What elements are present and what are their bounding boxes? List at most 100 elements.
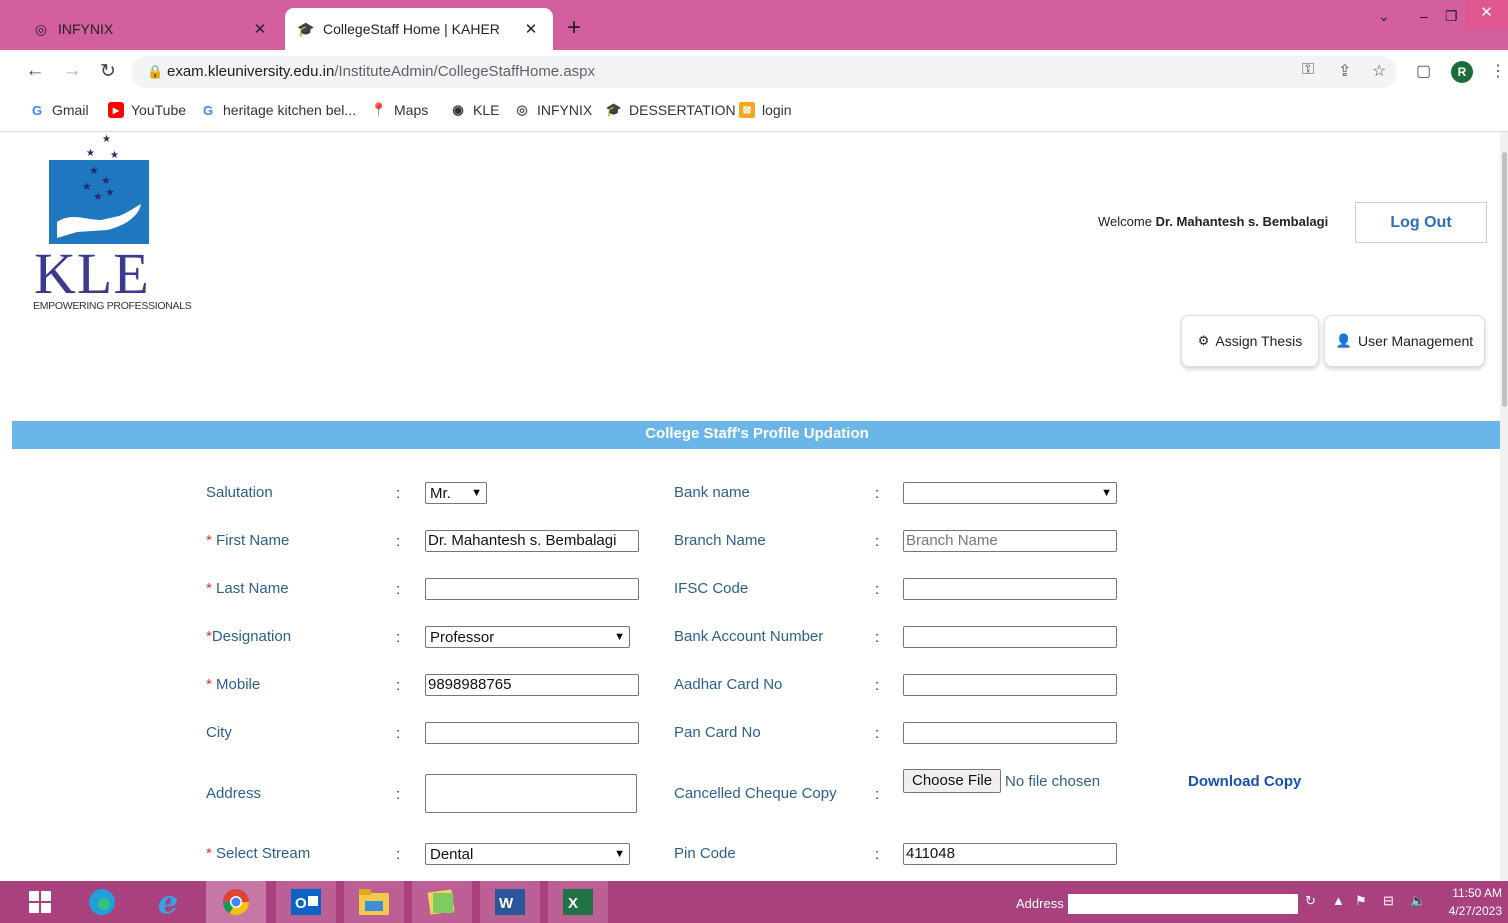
- chevron-down-icon: ▼: [614, 848, 625, 860]
- menu-dots-icon[interactable]: ⋮: [1490, 61, 1506, 81]
- reload-icon[interactable]: ↻: [97, 60, 119, 83]
- bookmark-login[interactable]: ⊠ login: [739, 102, 792, 118]
- browser-tab-strip: ◎ INFYNIX ✕ 🎓 CollegeStaff Home | KAHER …: [0, 0, 1508, 50]
- mobile-input[interactable]: 9898988765: [425, 674, 639, 696]
- colon: :: [875, 629, 880, 646]
- colon: :: [875, 533, 880, 550]
- outlook-icon[interactable]: O: [276, 881, 336, 923]
- svg-text:★: ★: [82, 181, 92, 193]
- assign-thesis-button[interactable]: ⚙ Assign Thesis: [1181, 315, 1319, 367]
- tab-search-chevron-icon[interactable]: ⌄: [1378, 8, 1390, 25]
- side-panel-icon[interactable]: ▢: [1416, 61, 1431, 81]
- colon: :: [875, 786, 880, 803]
- pan-card-input[interactable]: [903, 722, 1117, 744]
- graduation-cap-icon: 🎓: [605, 102, 623, 117]
- select-value: Professor: [430, 628, 495, 646]
- url-path: /InstituteAdmin/CollegeStaffHome.aspx: [334, 63, 596, 80]
- colon: :: [396, 846, 401, 863]
- new-tab-button[interactable]: +: [560, 14, 588, 42]
- bookmark-kle[interactable]: ◉ KLE: [450, 102, 499, 118]
- address-refresh-icon[interactable]: ↻: [1305, 893, 1316, 909]
- welcome-user-name: Dr. Mahantesh s. Bembalagi: [1155, 214, 1329, 229]
- last-name-input[interactable]: [425, 578, 639, 600]
- taskbar-clock[interactable]: 11:50 AM 4/27/2023: [1440, 884, 1502, 920]
- restore-icon[interactable]: ❐: [1445, 8, 1458, 25]
- file-explorer-icon[interactable]: [344, 881, 404, 923]
- tab-title: INFYNIX: [58, 21, 114, 37]
- url-text[interactable]: exam.kleuniversity.edu.in/InstituteAdmin…: [167, 63, 595, 80]
- colon: :: [396, 485, 401, 502]
- bookmark-youtube[interactable]: ▶ YouTube: [108, 102, 186, 118]
- profile-avatar[interactable]: R: [1451, 61, 1473, 83]
- bookmark-gmail[interactable]: G Gmail: [29, 102, 89, 118]
- chrome-icon[interactable]: [206, 881, 266, 923]
- welcome-message: Welcome Dr. Mahantesh s. Bembalagi: [1098, 214, 1328, 229]
- network-icon[interactable]: ⊟: [1383, 893, 1394, 909]
- ifsc-code-input[interactable]: [903, 578, 1117, 600]
- label-text: Last Name: [211, 580, 289, 597]
- google-icon: G: [31, 102, 43, 118]
- colon: :: [396, 725, 401, 742]
- choose-file-button[interactable]: Choose File: [903, 769, 1002, 793]
- salutation-label: Salutation: [206, 484, 273, 501]
- lock-icon[interactable]: 🔒: [147, 64, 163, 80]
- window-close-button[interactable]: ✕: [1465, 0, 1508, 30]
- aadhar-card-input[interactable]: [903, 674, 1117, 696]
- branch-name-label: Branch Name: [674, 532, 766, 549]
- scrollbar-thumb[interactable]: [1502, 152, 1507, 407]
- back-arrow-icon[interactable]: ←: [24, 60, 46, 82]
- youtube-icon: ▶: [108, 102, 124, 118]
- download-copy-link[interactable]: Download Copy: [1188, 773, 1301, 790]
- network-warning-icon[interactable]: ⚑: [1355, 893, 1367, 909]
- close-icon[interactable]: ✕: [248, 20, 272, 38]
- section-title-bar: College Staff's Profile Updation: [12, 421, 1502, 449]
- tray-expand-icon[interactable]: ▲: [1332, 893, 1345, 908]
- key-icon[interactable]: ⚿: [1302, 61, 1314, 79]
- pin-code-input[interactable]: 411048: [903, 843, 1117, 865]
- internet-explorer-icon[interactable]: e: [138, 881, 198, 923]
- taskbar-address-input[interactable]: [1068, 894, 1298, 914]
- sticky-notes-icon[interactable]: [412, 881, 472, 923]
- svg-text:★: ★: [89, 165, 99, 177]
- forward-arrow-icon[interactable]: →: [61, 60, 83, 82]
- bank-account-number-input[interactable]: [903, 626, 1117, 648]
- colon: :: [396, 677, 401, 694]
- branch-name-input[interactable]: Branch Name: [903, 530, 1117, 552]
- word-icon[interactable]: W: [480, 881, 540, 923]
- city-input[interactable]: [425, 722, 639, 744]
- bookmark-maps[interactable]: 📍 Maps: [371, 102, 428, 118]
- bookmark-heritage-kitchen[interactable]: Gheritage kitchen bel...: [200, 102, 356, 118]
- address-dropdown-icon[interactable]: ⌄: [1280, 893, 1291, 909]
- address-textarea[interactable]: [425, 774, 637, 813]
- bank-name-select[interactable]: ▼: [903, 482, 1117, 504]
- minimize-icon[interactable]: –: [1420, 8, 1428, 24]
- bookmark-infynix[interactable]: ◎ INFYNIX: [514, 102, 592, 118]
- first-name-input[interactable]: Dr. Mahantesh s. Bembalagi: [425, 530, 639, 552]
- bookmark-label: login: [762, 102, 792, 118]
- tab-college-staff-home[interactable]: 🎓 CollegeStaff Home | KAHER ✕: [285, 8, 553, 50]
- bookmarks-bar: G Gmail ▶ YouTube Gheritage kitchen bel...…: [0, 94, 1508, 132]
- user-management-button[interactable]: 👤 User Management: [1324, 315, 1485, 367]
- logout-button[interactable]: Log Out: [1355, 202, 1487, 243]
- edge-icon[interactable]: [72, 881, 132, 923]
- bookmark-dessertation[interactable]: 🎓 DESSERTATION: [606, 102, 736, 118]
- excel-icon[interactable]: X: [548, 881, 608, 923]
- stream-select[interactable]: Dental ▼: [425, 843, 630, 865]
- share-icon[interactable]: ⇪: [1338, 61, 1351, 81]
- clock-time: 11:50 AM: [1452, 886, 1502, 900]
- bookmark-star-icon[interactable]: ☆: [1372, 61, 1386, 81]
- logo-blue-box: ★ ★ ★ ★ ★: [49, 160, 149, 244]
- tab-infynix[interactable]: ◎ INFYNIX ✕: [20, 8, 282, 50]
- windows-start-icon[interactable]: [10, 881, 70, 923]
- volume-icon[interactable]: 🔈: [1410, 893, 1426, 909]
- salutation-select[interactable]: Mr. ▼: [425, 482, 487, 504]
- cancelled-cheque-label: Cancelled Cheque Copy: [674, 785, 837, 802]
- bookmark-label: heritage kitchen bel...: [223, 102, 357, 118]
- taskbar-address-label: Address: [1016, 896, 1064, 911]
- svg-text:O: O: [295, 895, 307, 912]
- chevron-down-icon: ▼: [614, 631, 625, 643]
- close-icon[interactable]: ✕: [519, 20, 543, 38]
- svg-text:X: X: [568, 895, 578, 912]
- designation-select[interactable]: Professor ▼: [425, 626, 630, 648]
- dashboard-icon: ⚙: [1197, 333, 1210, 348]
